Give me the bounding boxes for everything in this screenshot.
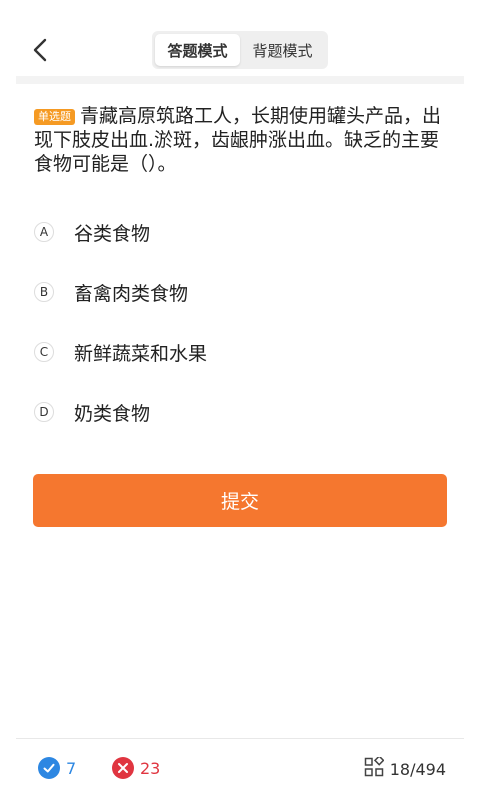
option-b[interactable]: B 畜禽肉类食物 [34,272,444,312]
mode-switch: 答题模式 背题模式 [152,31,328,69]
option-a[interactable]: A 谷类食物 [34,212,444,252]
x-circle-icon [112,757,134,779]
practice-screen: 答题模式 背题模式 单选题 青藏高原筑路工人，长期使用罐头产品，出现下肢皮出血.淤… [0,0,480,800]
check-circle-icon [38,757,60,779]
progress-text: 18/494 [389,759,446,779]
chevron-left-icon [26,32,56,68]
question-text: 青藏高原筑路工人，长期使用罐头产品，出现下肢皮出血.淤斑，齿龈肿涨出血。缺乏的主… [34,105,442,175]
correct-count: 7 [66,758,77,778]
tab-recite-mode[interactable]: 背题模式 [240,34,325,66]
grid-icon [364,755,390,781]
question-stem: 单选题 青藏高原筑路工人，长期使用罐头产品，出现下肢皮出血.淤斑，齿龈肿涨出血。缺… [34,104,444,176]
correct-count-stat[interactable]: 7 [38,757,76,779]
header-divider [16,76,464,84]
question-progress[interactable]: 18/494 [364,755,446,781]
back-button[interactable] [26,32,56,68]
option-c[interactable]: C 新鲜蔬菜和水果 [34,332,444,372]
option-letter: C [34,342,54,362]
option-letter: B [34,282,54,302]
option-letter: D [34,402,54,422]
option-text: 畜禽肉类食物 [74,282,189,305]
option-text: 谷类食物 [74,222,151,245]
options-list: A 谷类食物 B 畜禽肉类食物 C 新鲜蔬菜和水果 D 奶类食物 [34,212,444,452]
submit-button[interactable]: 提交 [33,474,447,527]
tab-answer-mode[interactable]: 答题模式 [155,34,240,66]
option-text: 新鲜蔬菜和水果 [74,342,208,365]
header: 答题模式 背题模式 [0,0,480,76]
footer-bar: 7 23 18/494 [0,739,480,800]
wrong-count: 23 [140,758,161,778]
option-letter: A [34,222,54,242]
question-type-badge: 单选题 [34,109,75,125]
option-d[interactable]: D 奶类食物 [34,392,444,432]
option-text: 奶类食物 [74,402,151,425]
wrong-count-stat[interactable]: 23 [112,757,160,779]
